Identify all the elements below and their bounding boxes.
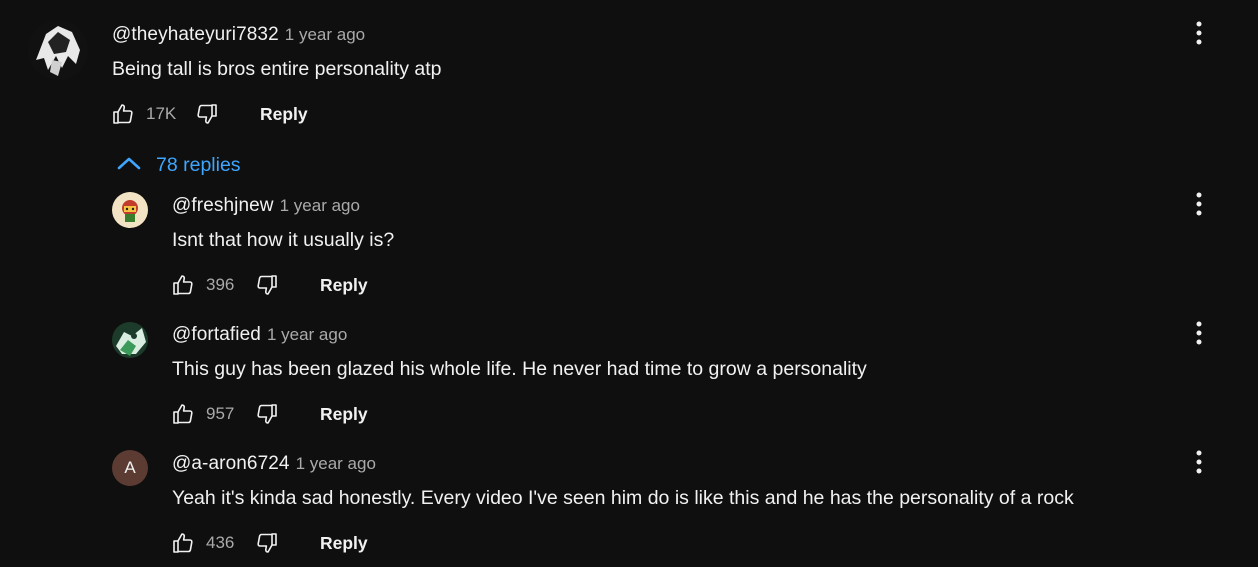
comment-actions: 957 Reply bbox=[170, 399, 368, 429]
author-name[interactable]: @freshjnew bbox=[172, 195, 274, 216]
comment-text: This guy has been glazed his whole life.… bbox=[172, 358, 867, 380]
comment-actions: 436 Reply bbox=[170, 528, 368, 558]
like-icon[interactable] bbox=[170, 530, 196, 556]
comment-actions: 17K Reply bbox=[110, 99, 308, 129]
letter-avatar[interactable]: A bbox=[112, 450, 148, 486]
like-count: 396 bbox=[206, 275, 235, 294]
anime-avatar-icon[interactable] bbox=[28, 20, 88, 80]
comments-thread: @theyhateyuri7832 1 year ago Being tall i… bbox=[0, 0, 1258, 567]
author-name[interactable]: @a-aron6724 bbox=[172, 453, 290, 474]
reply-button[interactable]: Reply bbox=[260, 104, 308, 125]
like-count: 436 bbox=[206, 533, 235, 552]
comment-actions: 396 Reply bbox=[170, 270, 368, 300]
like-count: 957 bbox=[206, 404, 235, 423]
reply-button[interactable]: Reply bbox=[320, 404, 368, 425]
like-count: 17K bbox=[146, 104, 177, 123]
more-options-icon[interactable] bbox=[1189, 447, 1209, 477]
like-icon[interactable] bbox=[110, 101, 136, 127]
author-name[interactable]: @theyhateyuri7832 bbox=[112, 24, 279, 45]
dislike-icon[interactable] bbox=[254, 401, 280, 427]
comment-text: Isnt that how it usually is? bbox=[172, 229, 395, 251]
comment-header: @theyhateyuri7832 1 year ago bbox=[112, 23, 365, 48]
timestamp[interactable]: 1 year ago bbox=[280, 196, 360, 215]
replies-toggle-button[interactable]: 78 replies bbox=[116, 150, 241, 180]
chevron-up-icon bbox=[116, 155, 142, 176]
reply-button[interactable]: Reply bbox=[320, 533, 368, 554]
comment-header: @fortafied 1 year ago bbox=[172, 323, 347, 348]
green-avatar-icon[interactable] bbox=[112, 322, 148, 358]
comment-text: Being tall is bros entire personality at… bbox=[112, 58, 442, 80]
dislike-icon[interactable] bbox=[254, 272, 280, 298]
timestamp[interactable]: 1 year ago bbox=[267, 325, 347, 344]
timestamp[interactable]: 1 year ago bbox=[285, 25, 365, 44]
more-options-icon[interactable] bbox=[1189, 318, 1209, 348]
more-options-icon[interactable] bbox=[1189, 18, 1209, 48]
author-name[interactable]: @fortafied bbox=[172, 324, 261, 345]
character-avatar-icon[interactable] bbox=[112, 192, 148, 228]
comment-header: @a-aron6724 1 year ago bbox=[172, 452, 376, 477]
dislike-icon[interactable] bbox=[194, 101, 220, 127]
like-icon[interactable] bbox=[170, 272, 196, 298]
comment-text: Yeah it's kinda sad honestly. Every vide… bbox=[172, 487, 1074, 509]
dislike-icon[interactable] bbox=[254, 530, 280, 556]
replies-count-label: 78 replies bbox=[156, 153, 241, 176]
more-options-icon[interactable] bbox=[1189, 189, 1209, 219]
like-icon[interactable] bbox=[170, 401, 196, 427]
comment-header: @freshjnew 1 year ago bbox=[172, 194, 360, 219]
reply-button[interactable]: Reply bbox=[320, 275, 368, 296]
timestamp[interactable]: 1 year ago bbox=[296, 454, 376, 473]
